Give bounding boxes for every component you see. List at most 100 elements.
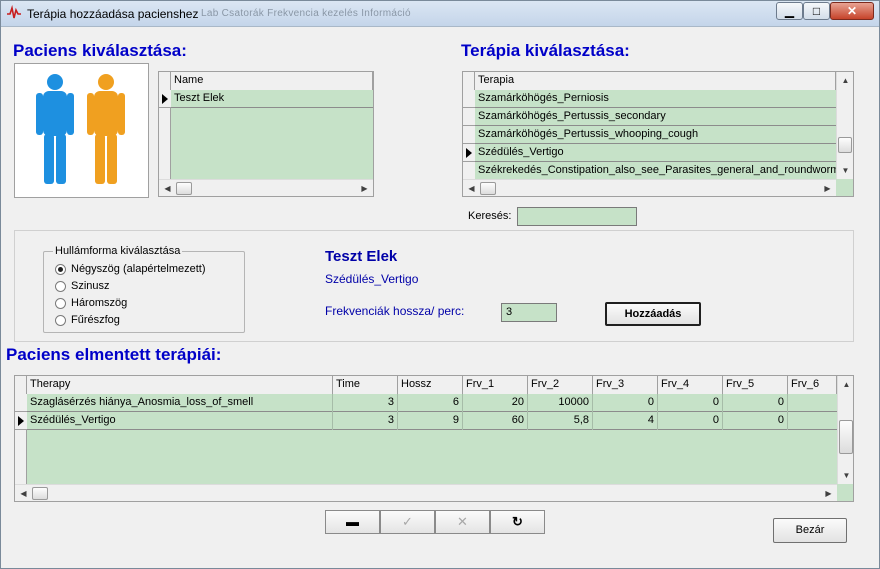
length-cell: 6 [398,394,463,412]
horizontal-scrollbar[interactable]: ◀ ▶ [15,484,837,501]
column-header[interactable]: Frv_1 [463,376,528,394]
column-header[interactable]: Frv_5 [723,376,788,394]
scroll-right-icon[interactable]: ▶ [820,485,837,501]
scroll-right-icon[interactable]: ▶ [819,180,836,196]
scroll-down-icon[interactable]: ▼ [837,162,853,179]
window-title: Terápia hozzáadása pacienshez [27,7,199,21]
scroll-up-icon[interactable]: ▲ [837,72,853,89]
frv2-cell: 5,8 [528,412,593,430]
maximize-button[interactable]: □ [803,2,830,20]
table-row[interactable]: Szamárköhögés_Perniosis [475,90,836,108]
therapy-cell: Szamárköhögés_Perniosis [478,92,609,104]
patient-name-cell: Teszt Elek [174,92,225,104]
column-header-terapia[interactable]: Terapia [475,72,836,90]
check-icon: ✓ [402,514,413,529]
column-header[interactable]: Hossz [398,376,463,394]
frv5-cell: 0 [723,412,788,430]
frv6-cell [788,412,837,430]
frequency-length-label: Frekvenciák hossza/ perc: [325,304,465,318]
minus-icon: ▬ [346,514,359,529]
selected-therapy-name: Szédülés_Vertigo [325,272,419,286]
frv3-cell: 0 [593,394,658,412]
vertical-scrollbar[interactable]: ▲ ▼ [837,376,853,484]
therapy-grid[interactable]: Terapia Szamárköhögés_Perniosis Szamárkö… [462,71,854,197]
body-figures-icon [36,74,125,184]
scroll-thumb[interactable] [176,182,192,195]
patient-grid[interactable]: Name Teszt Elek ◀ ▶ [158,71,374,197]
selected-patient-name: Teszt Elek [325,248,398,265]
therapy-heading: Terápia kiválasztása: [461,41,630,60]
frv4-cell: 0 [658,412,723,430]
column-header[interactable]: Frv_6 [788,376,837,394]
radio-sine[interactable] [55,281,66,292]
title-bar[interactable]: Terápia hozzáadása pacienshez Lab Csator… [1,1,879,27]
close-button[interactable]: Bezár [773,518,847,543]
radio-square-label[interactable]: Négyszög (alapértelmezett) [71,263,206,275]
radio-sawtooth[interactable] [55,315,66,326]
length-cell: 9 [398,412,463,430]
table-row[interactable]: Szédülés_Vertigo [475,144,836,162]
dialog-window: Terápia hozzáadása pacienshez Lab Csator… [0,0,880,569]
scroll-thumb[interactable] [838,137,852,153]
scroll-down-icon[interactable]: ▼ [838,467,853,484]
row-indicator [463,144,475,162]
column-header[interactable]: Frv_3 [593,376,658,394]
waveform-legend: Hullámforma kiválasztása [53,245,183,257]
table-row[interactable]: Szamárköhögés_Pertussis_whooping_cough [475,126,836,144]
scroll-thumb[interactable] [480,182,496,195]
current-row-arrow-icon [466,148,472,158]
frequency-length-input[interactable]: 3 [501,303,557,322]
column-header[interactable]: Frv_4 [658,376,723,394]
scroll-left-icon[interactable]: ◀ [463,180,480,196]
add-therapy-button[interactable]: Hozzáadás [605,302,701,326]
time-cell: 3 [333,394,398,412]
frv2-cell: 10000 [528,394,593,412]
therapy-cell: Szamárköhögés_Pertussis_whooping_cough [478,128,699,140]
radio-sawtooth-label[interactable]: Fűrészfog [71,314,120,326]
patient-avatar [14,63,149,198]
patient-heading: Paciens kiválasztása: [13,41,187,60]
scroll-thumb[interactable] [839,420,853,454]
column-header-name[interactable]: Name [171,72,373,90]
horizontal-scrollbar[interactable]: ◀ ▶ [463,179,836,196]
table-row[interactable]: Teszt Elek [171,90,373,108]
cancel-record-button[interactable]: ✕ [435,510,490,534]
table-row[interactable]: Szaglásérzés hiánya_Anosmia_loss_of_smel… [27,394,837,412]
post-record-button[interactable]: ✓ [380,510,435,534]
minimize-button[interactable]: ▁ [776,2,803,20]
time-cell: 3 [333,412,398,430]
delete-record-button[interactable]: ▬ [325,510,380,534]
refresh-button[interactable]: ↻ [490,510,545,534]
table-row[interactable]: Székrekedés_Constipation_also_see_Parasi… [475,162,836,180]
frv4-cell: 0 [658,394,723,412]
radio-sine-label[interactable]: Szinusz [71,280,110,292]
column-header[interactable]: Therapy [27,376,333,394]
search-input[interactable] [517,207,637,226]
radio-triangle[interactable] [55,298,66,309]
therapy-cell: Szamárköhögés_Pertussis_secondary [478,110,666,122]
scroll-left-icon[interactable]: ◀ [159,180,176,196]
frv6-cell [788,394,837,412]
therapy-cell: Szaglásérzés hiánya_Anosmia_loss_of_smel… [27,394,333,412]
row-indicator [159,90,171,108]
row-indicator [15,412,27,430]
saved-therapies-grid[interactable]: Therapy Time Hossz Frv_1 Frv_2 Frv_3 Frv… [14,375,854,502]
table-row[interactable]: Szédülés_Vertigo 3 9 60 5,8 4 0 0 [27,412,837,430]
column-header[interactable]: Time [333,376,398,394]
saved-therapies-heading: Paciens elmentett terápiái: [6,345,222,364]
horizontal-scrollbar[interactable]: ◀ ▶ [159,179,373,196]
scroll-right-icon[interactable]: ▶ [356,180,373,196]
radio-triangle-label[interactable]: Háromszög [71,297,127,309]
table-row[interactable]: Szamárköhögés_Pertussis_secondary [475,108,836,126]
frv3-cell: 4 [593,412,658,430]
background-tabs: Lab Csatorák Frekvencia kezelés Informác… [201,8,411,19]
app-icon [7,5,21,19]
scroll-left-icon[interactable]: ◀ [15,485,32,501]
scroll-up-icon[interactable]: ▲ [838,376,853,393]
scroll-thumb[interactable] [32,487,48,500]
close-window-button[interactable]: ✕ [830,2,874,20]
radio-square[interactable] [55,264,66,275]
vertical-scrollbar[interactable]: ▲ ▼ [836,72,853,179]
column-header[interactable]: Frv_2 [528,376,593,394]
current-row-arrow-icon [18,416,24,426]
